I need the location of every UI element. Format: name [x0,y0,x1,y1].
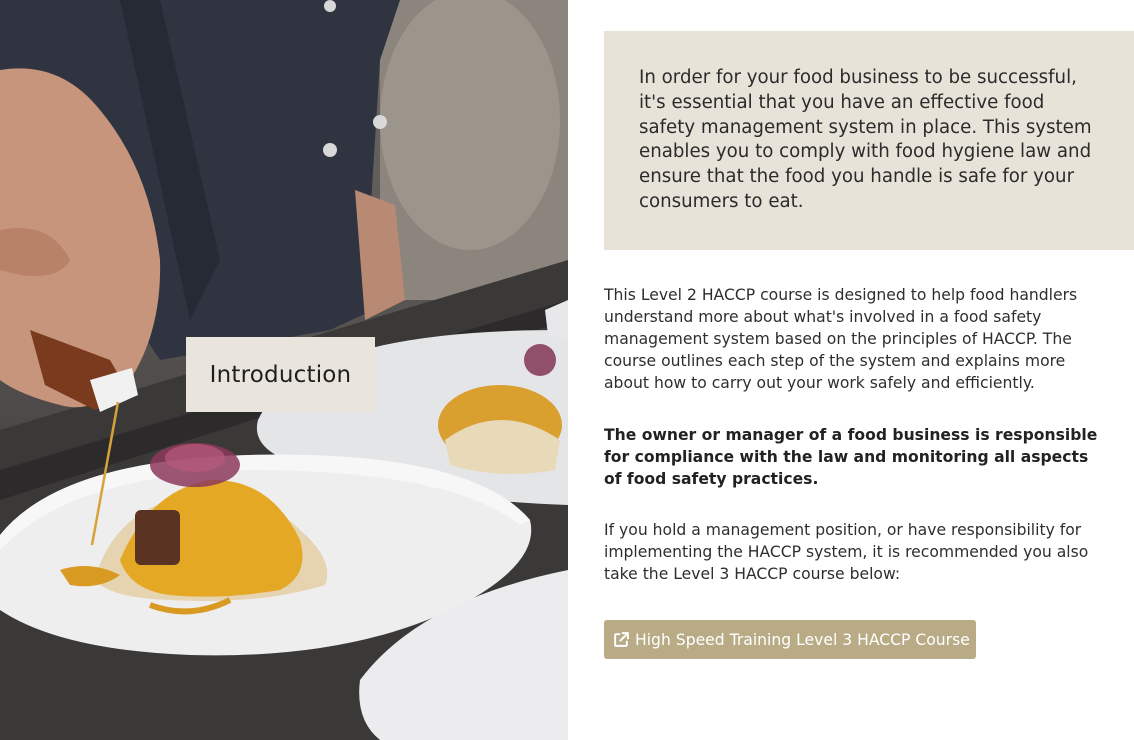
introduction-label: Introduction [209,361,352,388]
level-3-haccp-course-label: High Speed Training Level 3 HACCP Course [635,630,970,649]
callout-text: In order for your food business to be su… [639,67,1092,212]
course-description-paragraph: This Level 2 HACCP course is designed to… [604,286,1078,392]
external-link-icon [613,631,630,648]
hero-image: Introduction [0,0,568,740]
recommendation-paragraph: If you hold a management position, or ha… [604,521,1089,583]
responsibility-paragraph: The owner or manager of a food business … [604,426,1098,488]
introduction-card: Introduction [186,337,375,412]
level-3-haccp-course-button[interactable]: High Speed Training Level 3 HACCP Course [604,620,976,659]
intro-callout: In order for your food business to be su… [604,31,1134,250]
